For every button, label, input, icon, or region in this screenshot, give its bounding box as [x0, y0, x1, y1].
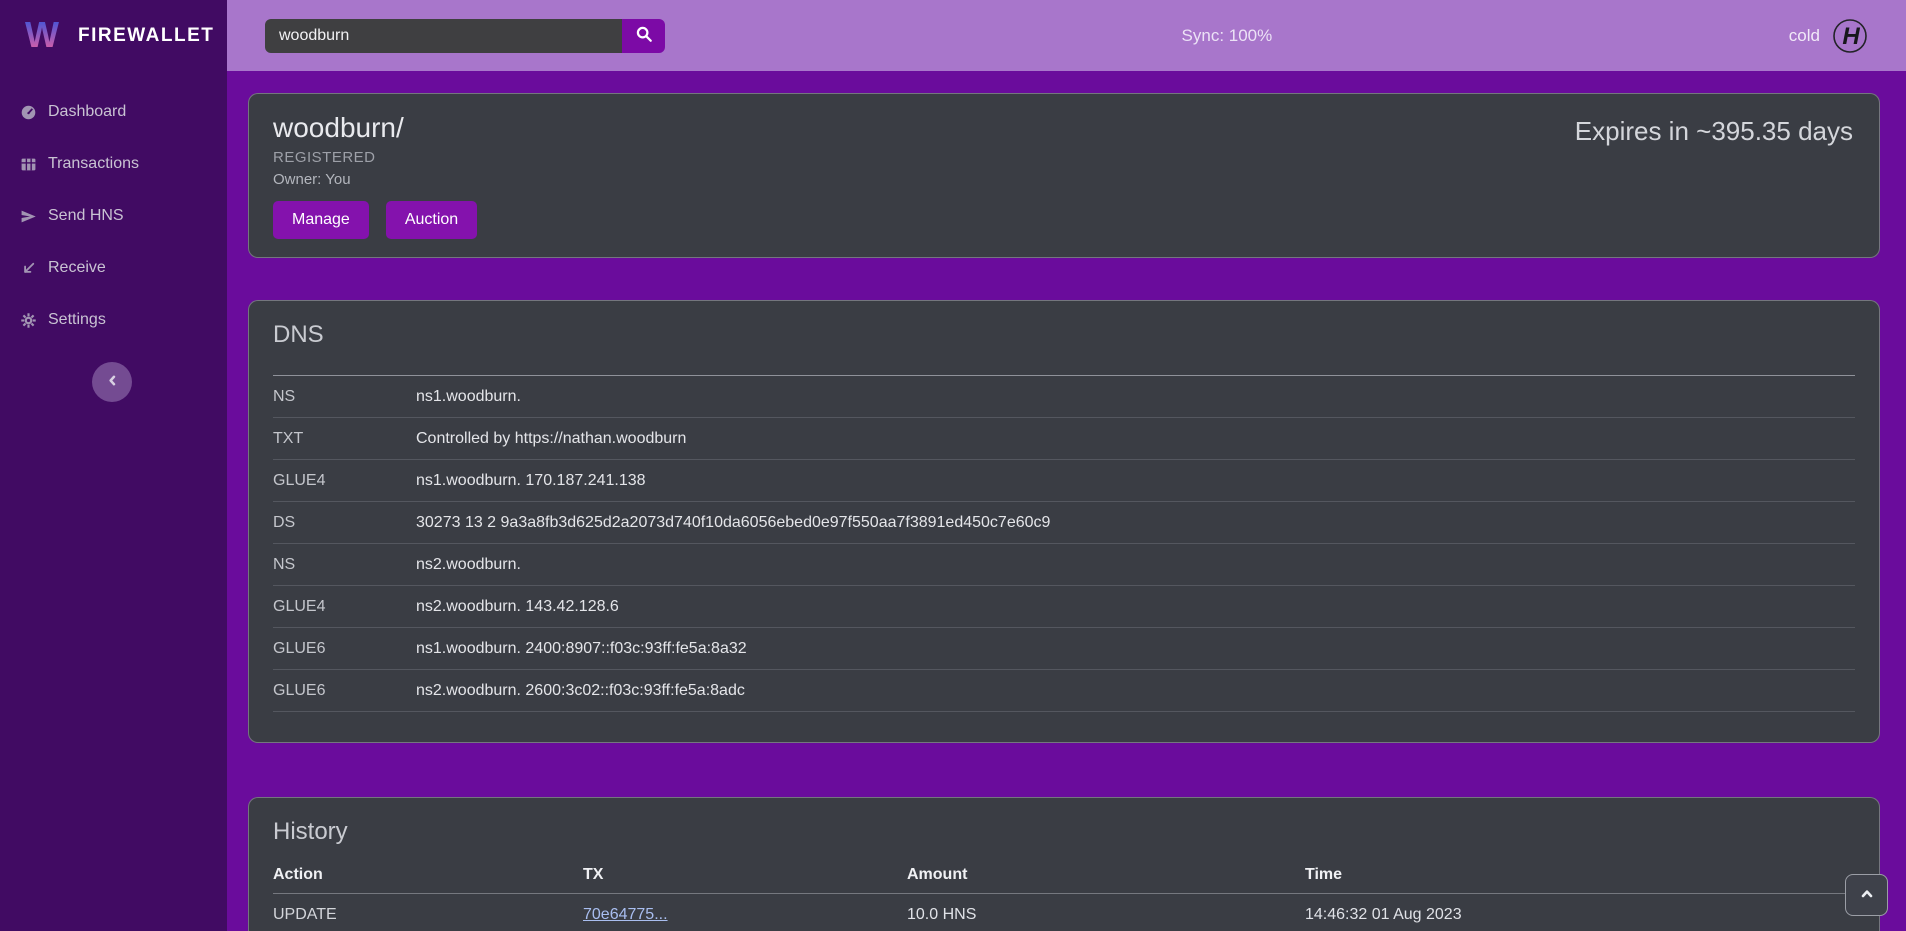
sidebar-item-label: Transactions: [48, 155, 139, 173]
manage-button[interactable]: Manage: [273, 201, 369, 239]
brand-header: W FIREWALLET: [0, 0, 227, 72]
dns-record-type: GLUE6: [273, 682, 416, 700]
dns-record-type: NS: [273, 556, 416, 574]
chevron-up-icon: [1859, 886, 1875, 905]
history-header-time: Time: [1305, 866, 1855, 884]
dns-table: NS ns1.woodburn. TXT Controlled by https…: [273, 375, 1855, 712]
dns-record-row: DS 30273 13 2 9a3a8fb3d625d2a2073d740f10…: [273, 502, 1855, 544]
sidebar-menu: Dashboard Transactions Send HNS: [0, 86, 227, 346]
dns-record-type: DS: [273, 514, 416, 532]
dns-record-type: GLUE4: [273, 472, 416, 490]
magnifier-icon: [635, 25, 653, 46]
firewallet-logo-icon: W: [20, 13, 64, 60]
table-grid-icon: [20, 156, 37, 173]
dns-record-value: 30273 13 2 9a3a8fb3d625d2a2073d740f10da6…: [416, 514, 1050, 532]
main-content: woodburn/ REGISTERED Owner: You Manage A…: [227, 71, 1906, 931]
dns-record-row: GLUE4 ns1.woodburn. 170.187.241.138: [273, 460, 1855, 502]
brand-title: FIREWALLET: [78, 25, 214, 47]
dns-record-value: ns1.woodburn. 170.187.241.138: [416, 472, 646, 490]
dns-record-value: ns2.woodburn. 2600:3c02::f03c:93ff:fe5a:…: [416, 682, 745, 700]
tx-link[interactable]: 70e64775...: [583, 906, 668, 923]
domain-status: REGISTERED: [273, 149, 1855, 166]
dns-record-row: GLUE4 ns2.woodburn. 143.42.128.6: [273, 586, 1855, 628]
dns-record-row: NS ns2.woodburn.: [273, 544, 1855, 586]
history-header-action: Action: [273, 866, 583, 884]
dns-record-type: NS: [273, 388, 416, 406]
scroll-to-top-button[interactable]: [1845, 874, 1888, 916]
sidebar-item-label: Dashboard: [48, 103, 126, 121]
dns-record-value: ns2.woodburn. 143.42.128.6: [416, 598, 619, 616]
sidebar-item-label: Settings: [48, 311, 106, 329]
paper-plane-icon: [20, 208, 37, 225]
dns-record-row: GLUE6 ns1.woodburn. 2400:8907::f03c:93ff…: [273, 628, 1855, 670]
gear-icon: [20, 312, 37, 329]
wallet-name: cold: [1789, 26, 1820, 46]
speedometer-icon: [20, 104, 37, 121]
sidebar-item-label: Receive: [48, 259, 106, 277]
sync-status: Sync: 100%: [1182, 26, 1273, 46]
dns-record-value: Controlled by https://nathan.woodburn: [416, 430, 686, 448]
sidebar-item-settings[interactable]: Settings: [0, 294, 227, 346]
domain-owner: Owner: You: [273, 171, 1855, 188]
dns-record-value: ns1.woodburn.: [416, 388, 521, 406]
svg-text:H: H: [1842, 23, 1860, 50]
history-header-tx: TX: [583, 866, 907, 884]
sidebar-item-send-hns[interactable]: Send HNS: [0, 190, 227, 242]
search-button[interactable]: [622, 19, 665, 53]
arrow-down-left-icon: [20, 260, 37, 277]
dns-record-row: GLUE6 ns2.woodburn. 2600:3c02::f03c:93ff…: [273, 670, 1855, 712]
wallet-group: cold H: [1789, 18, 1868, 54]
history-table: Action TX Amount Time UPDATE 70e64775...…: [273, 856, 1855, 931]
history-amount: 10.0 HNS: [907, 906, 1305, 924]
chevron-left-icon: [105, 373, 120, 391]
history-action: UPDATE: [273, 906, 583, 924]
dns-record-value: ns1.woodburn. 2400:8907::f03c:93ff:fe5a:…: [416, 640, 747, 658]
dns-card-title: DNS: [273, 321, 1855, 349]
svg-text:W: W: [25, 14, 59, 55]
dns-record-value: ns2.woodburn.: [416, 556, 521, 574]
dns-record-type: TXT: [273, 430, 416, 448]
search-input[interactable]: [265, 19, 622, 53]
auction-button[interactable]: Auction: [386, 201, 477, 239]
history-header-amount: Amount: [907, 866, 1305, 884]
sidebar-item-dashboard[interactable]: Dashboard: [0, 86, 227, 138]
sidebar-item-transactions[interactable]: Transactions: [0, 138, 227, 190]
search-group: [265, 19, 665, 53]
dns-record-row: NS ns1.woodburn.: [273, 376, 1855, 418]
handshake-logo-icon[interactable]: H: [1832, 18, 1868, 54]
topbar: Sync: 100% cold H: [227, 0, 1906, 71]
dns-record-type: GLUE6: [273, 640, 416, 658]
sidebar-item-label: Send HNS: [48, 207, 124, 225]
dns-card: DNS NS ns1.woodburn. TXT Controlled by h…: [248, 300, 1880, 743]
sidebar-item-receive[interactable]: Receive: [0, 242, 227, 294]
dns-record-type: GLUE4: [273, 598, 416, 616]
dns-record-row: TXT Controlled by https://nathan.woodbur…: [273, 418, 1855, 460]
history-header-row: Action TX Amount Time: [273, 856, 1855, 894]
sidebar-collapse-button[interactable]: [92, 362, 132, 402]
history-card: History Action TX Amount Time UPDATE 70e…: [248, 797, 1880, 931]
domain-card: woodburn/ REGISTERED Owner: You Manage A…: [248, 93, 1880, 258]
history-time: 14:46:32 01 Aug 2023: [1305, 906, 1855, 924]
history-card-title: History: [273, 818, 1855, 846]
expires-label: Expires in ~395.35 days: [1575, 116, 1853, 147]
history-row: UPDATE 70e64775... 10.0 HNS 14:46:32 01 …: [273, 894, 1855, 931]
sidebar: W FIREWALLET Dashboard: [0, 0, 227, 931]
